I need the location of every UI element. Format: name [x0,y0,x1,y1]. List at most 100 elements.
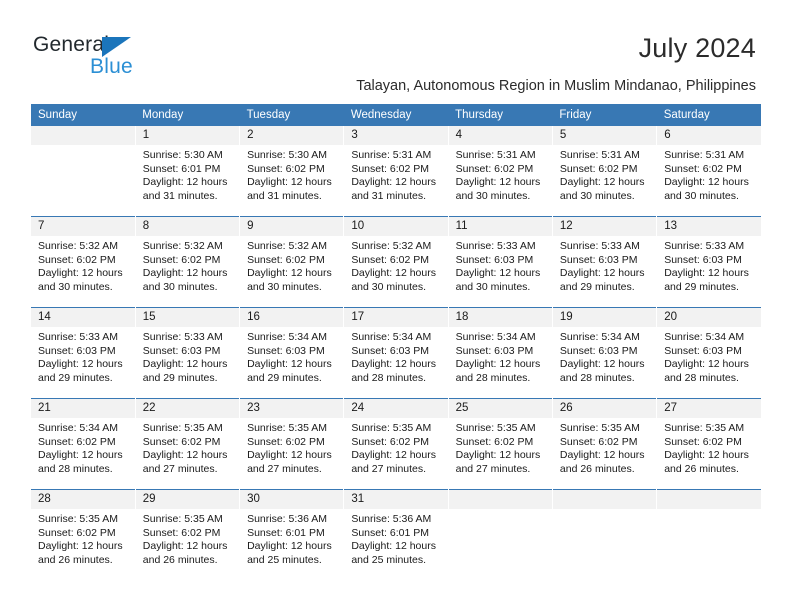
calendar-grid: Sunday Monday Tuesday Wednesday Thursday… [31,104,761,580]
calendar-day-cell[interactable]: 25 Sunrise: 5:35 AM Sunset: 6:02 PM Dayligh… [448,398,553,490]
calendar-day-cell[interactable]: 7 Sunrise: 5:32 AM Sunset: 6:02 PM Daylight… [31,216,136,308]
daylight-text-line2: and 25 minutes. [247,553,322,566]
day-details: Sunrise: 5:33 AM Sunset: 6:03 PM Daylight:… [31,327,135,385]
daylight-text-line1: Daylight: 12 hours [559,176,645,189]
calendar-day-cell[interactable]: 8 Sunrise: 5:32 AM Sunset: 6:02 PM Daylight… [135,216,241,308]
calendar-day-cell[interactable]: 3 Sunrise: 5:31 AM Sunset: 6:02 PM Daylight… [343,126,449,217]
calendar-day-cell[interactable]: 10 Sunrise: 5:32 AM Sunset: 6:02 PM Dayligh… [343,216,449,308]
daylight-text-line2: and 30 minutes. [664,189,739,202]
day-details: Sunrise: 5:35 AM Sunset: 6:02 PM Daylight:… [31,509,135,567]
calendar-day-cell[interactable]: 5 Sunrise: 5:31 AM Sunset: 6:02 PM Daylight… [552,126,658,217]
day-number: 17 [344,308,448,327]
calendar-cell-empty [448,489,553,580]
calendar-day-cell[interactable]: 23 Sunrise: 5:35 AM Sunset: 6:02 PM Dayligh… [239,398,345,490]
day-number: 4 [448,126,552,145]
daylight-text-line2: and 31 minutes. [142,189,218,202]
daylight-text-line2: and 30 minutes. [559,189,635,202]
daylight-text-line2: and 28 minutes. [38,462,113,475]
sunrise-text: Sunrise: 5:35 AM [664,422,745,434]
sunrise-text: Sunrise: 5:35 AM [142,513,223,525]
day-details: Sunrise: 5:32 AM Sunset: 6:02 PM Daylight:… [31,236,135,294]
calendar-day-cell[interactable]: 27 Sunrise: 5:35 AM Sunset: 6:02 PM Dayligh… [657,399,761,490]
daylight-text-line2: and 29 minutes. [559,280,635,293]
calendar-cell-empty [31,126,136,217]
calendar-day-cell[interactable]: 26 Sunrise: 5:35 AM Sunset: 6:02 PM Dayligh… [552,398,658,490]
calendar-day-cell[interactable]: 11 Sunrise: 5:33 AM Sunset: 6:03 PM Dayligh… [448,216,553,308]
daylight-text-line2: and 26 minutes. [38,553,113,566]
sunrise-text: Sunrise: 5:34 AM [247,331,328,343]
calendar-day-cell[interactable]: 28 Sunrise: 5:35 AM Sunset: 6:02 PM Dayligh… [31,489,136,580]
sunset-text: Sunset: 6:02 PM [455,435,534,448]
calendar-day-cell[interactable]: 15 Sunrise: 5:33 AM Sunset: 6:03 PM Dayligh… [135,307,241,399]
daylight-text-line1: Daylight: 12 hours [351,358,436,371]
daylight-text-line2: and 26 minutes. [559,462,635,475]
day-number: 2 [240,126,344,145]
day-number: 12 [552,217,657,236]
calendar-day-cell[interactable]: 1 Sunrise: 5:30 AM Sunset: 6:01 PM Daylight… [135,126,241,217]
sunrise-text: Sunrise: 5:31 AM [664,149,745,161]
calendar-day-cell[interactable]: 29 Sunrise: 5:35 AM Sunset: 6:02 PM Dayligh… [135,489,241,580]
calendar-day-cell[interactable]: 9 Sunrise: 5:32 AM Sunset: 6:02 PM Daylight… [239,216,345,308]
calendar-day-cell[interactable]: 24 Sunrise: 5:35 AM Sunset: 6:02 PM Dayligh… [343,398,449,490]
daylight-text-line1: Daylight: 12 hours [142,358,228,371]
day-details: Sunrise: 5:34 AM Sunset: 6:03 PM Daylight:… [553,327,656,385]
calendar-day-cell[interactable]: 30 Sunrise: 5:36 AM Sunset: 6:01 PM Dayligh… [239,489,345,580]
calendar-day-cell[interactable]: 13 Sunrise: 5:33 AM Sunset: 6:03 PM Dayligh… [657,217,761,308]
calendar-day-cell[interactable]: 4 Sunrise: 5:31 AM Sunset: 6:02 PM Daylight… [448,126,553,217]
calendar-day-cell[interactable]: 2 Sunrise: 5:30 AM Sunset: 6:02 PM Daylight… [239,126,345,217]
daylight-text-line1: Daylight: 12 hours [559,449,645,462]
sunrise-text: Sunrise: 5:34 AM [351,331,432,343]
day-number [31,126,135,145]
calendar-day-cell[interactable]: 31 Sunrise: 5:36 AM Sunset: 6:01 PM Dayligh… [343,489,449,580]
day-number: 8 [135,217,240,236]
daylight-text-line2: and 27 minutes. [247,462,322,475]
daylight-text-line1: Daylight: 12 hours [38,540,123,553]
sunset-text: Sunset: 6:02 PM [38,435,116,448]
daylight-text-line1: Daylight: 12 hours [559,267,645,280]
daylight-text-line1: Daylight: 12 hours [142,449,228,462]
weekday-header-monday: Monday [135,104,240,126]
daylight-text-line2: and 28 minutes. [455,371,531,384]
calendar-day-cell[interactable]: 12 Sunrise: 5:33 AM Sunset: 6:03 PM Dayligh… [552,216,658,308]
calendar-week-row: 7 Sunrise: 5:32 AM Sunset: 6:02 PM Daylight… [31,216,761,308]
calendar-day-cell[interactable]: 22 Sunrise: 5:35 AM Sunset: 6:02 PM Dayligh… [135,398,241,490]
day-details: Sunrise: 5:35 AM Sunset: 6:02 PM Daylight:… [553,418,656,476]
day-number [552,490,657,509]
page-title: July 2024 [638,33,756,63]
sunrise-text: Sunrise: 5:33 AM [142,331,223,343]
calendar-day-cell[interactable]: 20 Sunrise: 5:34 AM Sunset: 6:03 PM Dayligh… [657,308,761,399]
sunset-text: Sunset: 6:03 PM [664,253,742,266]
sunset-text: Sunset: 6:03 PM [559,344,638,357]
daylight-text-line2: and 29 minutes. [247,371,322,384]
sunset-text: Sunset: 6:03 PM [664,344,742,357]
daylight-text-line2: and 25 minutes. [351,553,427,566]
calendar-day-cell[interactable]: 18 Sunrise: 5:34 AM Sunset: 6:03 PM Dayligh… [448,307,553,399]
daylight-text-line2: and 29 minutes. [38,371,113,384]
day-number: 28 [31,490,135,509]
sunrise-text: Sunrise: 5:34 AM [455,331,536,343]
day-number: 19 [552,308,657,327]
calendar-day-cell[interactable]: 21 Sunrise: 5:34 AM Sunset: 6:02 PM Dayligh… [31,398,136,490]
sunrise-text: Sunrise: 5:32 AM [142,240,223,252]
sunset-text: Sunset: 6:03 PM [559,253,638,266]
calendar-day-cell[interactable]: 6 Sunrise: 5:31 AM Sunset: 6:02 PM Daylight… [657,126,761,217]
sunset-text: Sunset: 6:02 PM [247,162,325,175]
calendar-cell-empty [657,490,761,581]
sunrise-text: Sunrise: 5:34 AM [559,331,640,343]
sunrise-text: Sunrise: 5:35 AM [38,513,118,525]
day-details: Sunrise: 5:31 AM Sunset: 6:02 PM Daylight:… [344,145,447,203]
day-number: 25 [448,399,552,418]
day-number: 22 [135,399,240,418]
calendar-day-cell[interactable]: 19 Sunrise: 5:34 AM Sunset: 6:03 PM Dayligh… [552,307,658,399]
general-blue-logo[interactable]: General Blue [33,33,163,83]
calendar-day-cell[interactable]: 17 Sunrise: 5:34 AM Sunset: 6:03 PM Dayligh… [343,307,449,399]
calendar-day-cell[interactable]: 16 Sunrise: 5:34 AM Sunset: 6:03 PM Dayligh… [239,307,345,399]
sunrise-text: Sunrise: 5:31 AM [351,149,432,161]
day-number: 29 [135,490,240,509]
sunrise-text: Sunrise: 5:33 AM [664,240,745,252]
daylight-text-line1: Daylight: 12 hours [38,449,123,462]
calendar-day-cell[interactable]: 14 Sunrise: 5:33 AM Sunset: 6:03 PM Dayligh… [31,307,136,399]
sunrise-text: Sunrise: 5:33 AM [38,331,118,343]
calendar-week-row: 28 Sunrise: 5:35 AM Sunset: 6:02 PM Dayligh… [31,489,761,581]
weekday-header-wednesday: Wednesday [343,104,449,126]
